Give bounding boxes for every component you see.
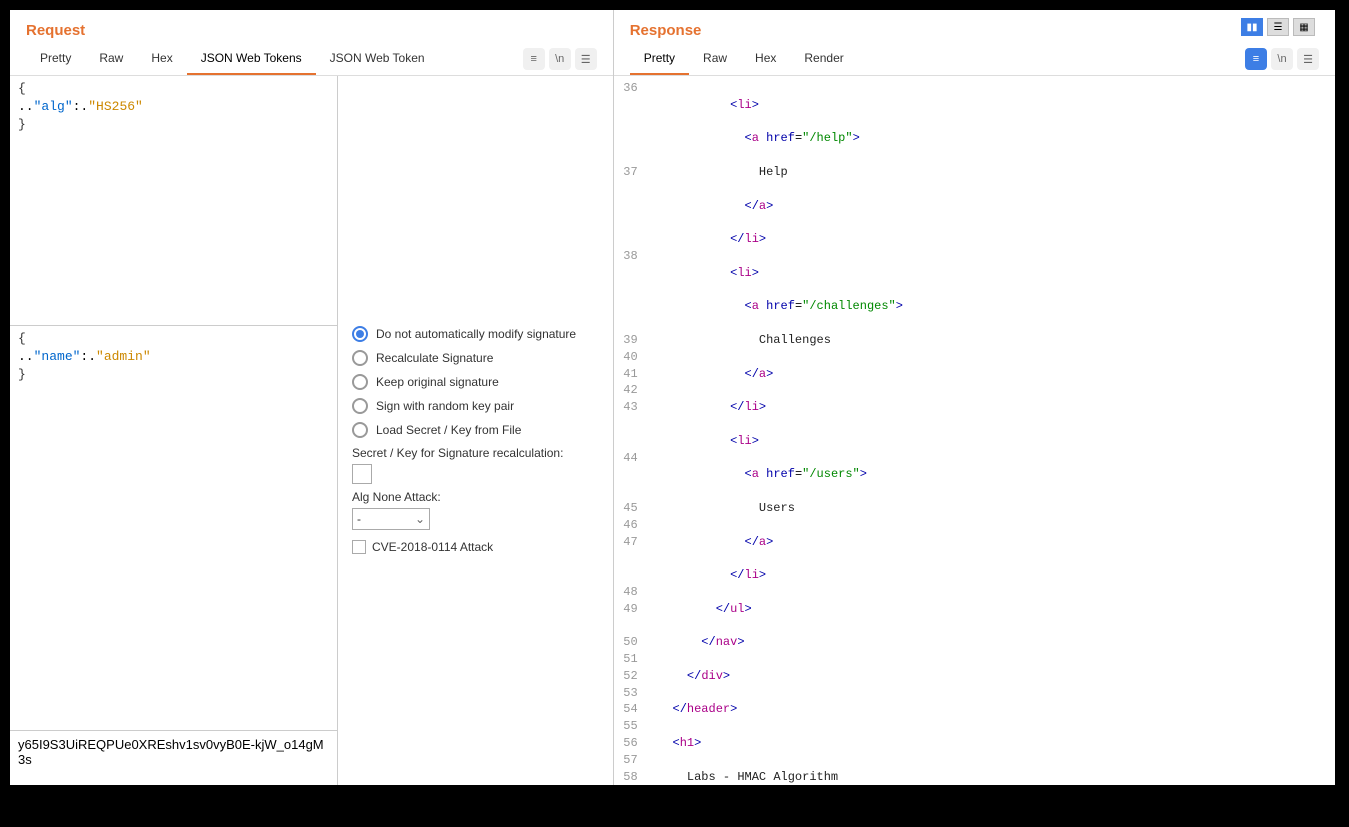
menu-icon[interactable]: ☰ — [575, 48, 597, 70]
secret-label: Secret / Key for Signature recalculation… — [352, 446, 601, 460]
response-top-toolbar: ▮▮ ☰ ▦ — [1241, 18, 1315, 36]
list-icon[interactable]: ☰ — [1267, 18, 1289, 36]
radio-load-file[interactable]: Load Secret / Key from File — [352, 422, 601, 438]
response-title: Response — [614, 10, 1335, 43]
radio-random-key[interactable]: Sign with random key pair — [352, 398, 601, 414]
response-code[interactable]: <li> <a href="/help"> Help </a> </li> <l… — [644, 76, 1335, 785]
menu-icon[interactable]: ☰ — [1297, 48, 1319, 70]
radio-random-key-label: Sign with random key pair — [376, 399, 514, 413]
view-icon[interactable]: ≡ — [523, 48, 545, 70]
view-icon[interactable]: ≡ — [1245, 48, 1267, 70]
alg-none-label: Alg None Attack: — [352, 490, 601, 504]
tab-response-hex[interactable]: Hex — [741, 43, 790, 75]
tab-response-raw[interactable]: Raw — [689, 43, 741, 75]
radio-load-file-label: Load Secret / Key from File — [376, 423, 521, 437]
radio-no-modify-label: Do not automatically modify signature — [376, 327, 576, 341]
jwt-alg-key: "alg" — [34, 99, 73, 114]
columns-icon[interactable]: ▮▮ — [1241, 18, 1263, 36]
grid-icon[interactable]: ▦ — [1293, 18, 1315, 36]
line-gutter: 36 37 38 39404142 43 44 454647 4849 5051… — [614, 76, 644, 785]
tab-pretty[interactable]: Pretty — [26, 43, 85, 75]
tab-hex[interactable]: Hex — [137, 43, 186, 75]
alg-none-select[interactable]: - — [352, 508, 430, 530]
wrap-icon[interactable]: \n — [1271, 48, 1293, 70]
jwt-signature-section[interactable]: y65I9S3UiREQPUe0XREshv1sv0vyB0E-kjW_o14g… — [10, 730, 337, 785]
tab-json-web-token[interactable]: JSON Web Token — [316, 43, 439, 75]
secret-input[interactable] — [352, 464, 372, 484]
tab-json-web-tokens[interactable]: JSON Web Tokens — [187, 43, 316, 75]
radio-keep-original[interactable]: Keep original signature — [352, 374, 601, 390]
cve-checkbox-row[interactable]: CVE-2018-0114 Attack — [352, 540, 601, 554]
request-tabs: Pretty Raw Hex JSON Web Tokens JSON Web … — [10, 43, 613, 76]
radio-keep-original-label: Keep original signature — [376, 375, 499, 389]
jwt-payload-section[interactable]: { .."name":."admin" } — [10, 326, 337, 730]
jwt-name-value: "admin" — [96, 349, 151, 364]
wrap-icon[interactable]: \n — [549, 48, 571, 70]
jwt-header-section[interactable]: { .."alg":."HS256" } — [10, 76, 337, 326]
radio-recalculate-label: Recalculate Signature — [376, 351, 493, 365]
alg-none-value: - — [357, 512, 361, 526]
radio-no-modify[interactable]: Do not automatically modify signature — [352, 326, 601, 342]
tab-response-render[interactable]: Render — [790, 43, 857, 75]
response-tabs: Pretty Raw Hex Render ≡ \n ☰ — [614, 43, 1335, 76]
cve-checkbox[interactable] — [352, 540, 366, 554]
jwt-options-panel: Do not automatically modify signature Re… — [338, 76, 613, 785]
request-title: Request — [10, 10, 613, 43]
radio-recalculate[interactable]: Recalculate Signature — [352, 350, 601, 366]
cve-label: CVE-2018-0114 Attack — [372, 540, 493, 554]
jwt-alg-value: "HS256" — [88, 99, 143, 114]
jwt-name-key: "name" — [34, 349, 81, 364]
tab-response-pretty[interactable]: Pretty — [630, 43, 689, 75]
tab-raw[interactable]: Raw — [85, 43, 137, 75]
